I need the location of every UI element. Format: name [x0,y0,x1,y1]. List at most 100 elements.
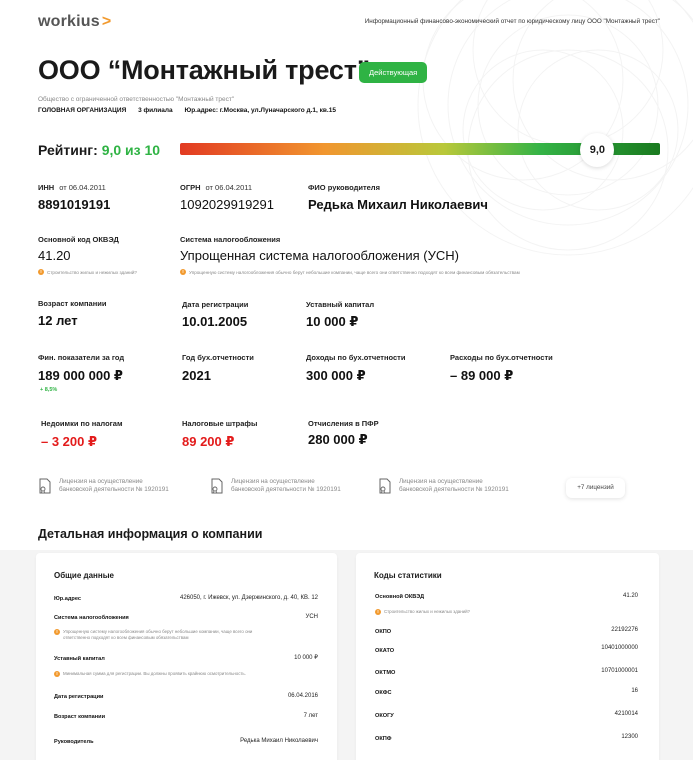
org-type: ГОЛОВНАЯ ОРГАНИЗАЦИЯ [38,107,127,114]
general-data-title: Общие данные [54,571,114,580]
rating-caption: Рейтинг: [38,142,98,158]
inn-date: от 06.04.2011 [59,183,106,192]
company-full-name: Общество с ограниченной ответственностью… [38,96,235,103]
okved-value: 41.20 [38,248,71,263]
okpo-value: 22192276 [611,627,638,633]
okved-label: Основной код ОКВЭД [38,235,119,244]
company-age-value: 12 лет [38,313,78,328]
tax-fines-value: 89 200 ₽ [182,434,235,449]
company-meta: ГОЛОВНАЯ ОРГАНИЗАЦИЯ 3 филиала Юр.адрес:… [38,107,346,114]
inn-value: 8891019191 [38,197,111,212]
oktmo-value: 10701000001 [601,668,638,674]
okopf-label: ОКПФ [375,736,392,742]
okfs-value: 16 [631,688,638,694]
tax-system-label: Система налогообложения [180,235,281,244]
tax-fines-label: Налоговые штрафы [182,419,258,428]
financials-label: Фин. показатели за год [38,353,125,362]
decorative-rings [417,0,693,256]
tax-arrears-value: – 3 200 ₽ [41,434,98,449]
okpo-label: ОКПО [375,629,392,635]
license-line2: банковской деятельности № 1920191 [59,486,169,493]
financials-value: 189 000 000 ₽ [38,368,123,383]
report-year-label: Год бух.отчетности [182,353,254,362]
license-line2: банковской деятельности № 1920191 [231,486,341,493]
general-address-label: Юр.адрес [54,596,81,602]
legal-address: Юр.адрес: г.Москва, ул.Луначарского д.1,… [184,107,336,114]
pfr-label: Отчисления в ПФР [308,419,379,428]
rating-value: 9,0 из 10 [101,142,161,158]
okato-value: 10401000000 [601,645,638,651]
expense-value: – 89 000 ₽ [450,368,514,383]
license-text: Лицензия на осуществление банковской деят… [231,478,341,494]
company-summary: workius > Информационный финансово-эконом… [0,0,693,550]
expense-label: Расходы по бух.отчетности [450,353,553,362]
stats-codes-card: Коды статистики Основной ОКВЭД 41.20 ! Ст… [356,553,659,760]
okved-hint: ! Строительство жилых и нежилых зданий? [38,269,137,275]
ogrn-date: от 06.04.2011 [205,183,253,192]
warning-icon: ! [180,269,186,275]
financials-growth: + 8,5% [40,387,58,393]
general-tax-value: УСН [305,614,318,620]
more-licenses-button[interactable]: +7 лицензий [566,478,625,498]
license-text: Лицензия на осуществление банковской деят… [59,478,169,494]
license-text: Лицензия на осуществление банковской деят… [399,478,509,494]
income-label: Доходы по бух.отчетности [306,353,406,362]
pfr-value: 280 000 ₽ [308,432,368,447]
branches-count[interactable]: 3 филиала [138,107,173,114]
tax-hint-text: Упрощенную систему налогообложения обычн… [189,269,520,275]
license-item[interactable]: Лицензия на осуществление банковской деят… [210,478,341,494]
general-reg-label: Дата регистрации [54,694,104,700]
warning-icon: ! [375,609,381,615]
license-line2: банковской деятельности № 1920191 [399,486,509,493]
oktmo-label: ОКТМО [375,670,396,676]
company-age-label: Возраст компании [38,299,107,308]
report-year-value: 2021 [182,368,211,383]
rating-label: Рейтинг: 9,0 из 10 [38,142,160,158]
general-director-label: Руководитель [54,739,94,745]
warning-icon: ! [38,269,44,275]
tax-system-value: Упрощенная система налогообложения (УСН) [180,248,459,263]
okfs-label: ОКФС [375,690,392,696]
license-item[interactable]: Лицензия на осуществление банковской деят… [378,478,509,494]
details-section-title: Детальная информация о компании [38,527,263,541]
registration-date-label: Дата регистрации [182,300,249,309]
general-address-value: 426050, г. Ижевск, ул. Дзержинского, д. … [180,595,318,601]
inn-caption: ИНН [38,183,55,192]
warning-icon: ! [54,629,60,635]
inn-label: ИНН от 06.04.2011 [38,183,106,192]
workius-logo[interactable]: workius > [38,13,111,31]
okopf-value: 12300 [621,734,638,740]
stats-okved-value: 41.20 [622,593,638,599]
general-capital-hint-text: Минимальная сумма для регистрации. Вы до… [63,671,246,676]
stats-okved-label: Основной ОКВЭД [375,594,425,600]
license-document-icon [39,478,51,494]
income-value: 300 000 ₽ [306,368,366,383]
logo-arrow-icon: > [101,13,112,30]
stats-okved-hint-text: Строительство жилых и нежилых зданий? [384,609,471,614]
company-name: ООО “Монтажный трест” [38,55,371,85]
registration-date-value: 10.01.2005 [182,314,248,329]
license-document-icon [379,478,391,494]
report-header-note: Информационный финансово-экономический о… [364,18,660,25]
license-line1: Лицензия на осуществление [59,478,143,486]
tax-system-hint: ! Упрощенную систему налогообложения обыч… [180,269,520,275]
logo-text: workius [38,13,100,30]
okato-label: ОКАТО [375,648,395,654]
general-tax-label: Система налогообложения [54,615,129,621]
license-document-icon [211,478,223,494]
capital-value: 10 000 ₽ [306,314,359,329]
general-capital-label: Уставный капитал [54,656,105,662]
general-age-value: 7 лет [303,713,318,719]
capital-label: Уставный капитал [306,300,375,309]
ogrn-value: 1092029919291 [180,197,274,212]
status-badge: Действующая [359,62,428,83]
stats-codes-title: Коды статистики [374,571,442,580]
stats-okved-hint: ! Строительство жилых и нежилых зданий? [375,609,470,615]
general-capital-hint: ! Минимальная сумма для регистрации. Вы д… [54,671,314,677]
general-data-card: Общие данные Юр.адрес 426050, г. Ижевск,… [36,553,337,760]
okogu-value: 4210014 [614,711,638,717]
license-item[interactable]: Лицензия на осуществление банковской деят… [38,478,169,494]
license-line1: Лицензия на осуществление [399,478,483,486]
general-director-value: Редька Михаил Николаевич [240,738,318,744]
general-capital-value: 10 000 ₽ [294,655,318,661]
